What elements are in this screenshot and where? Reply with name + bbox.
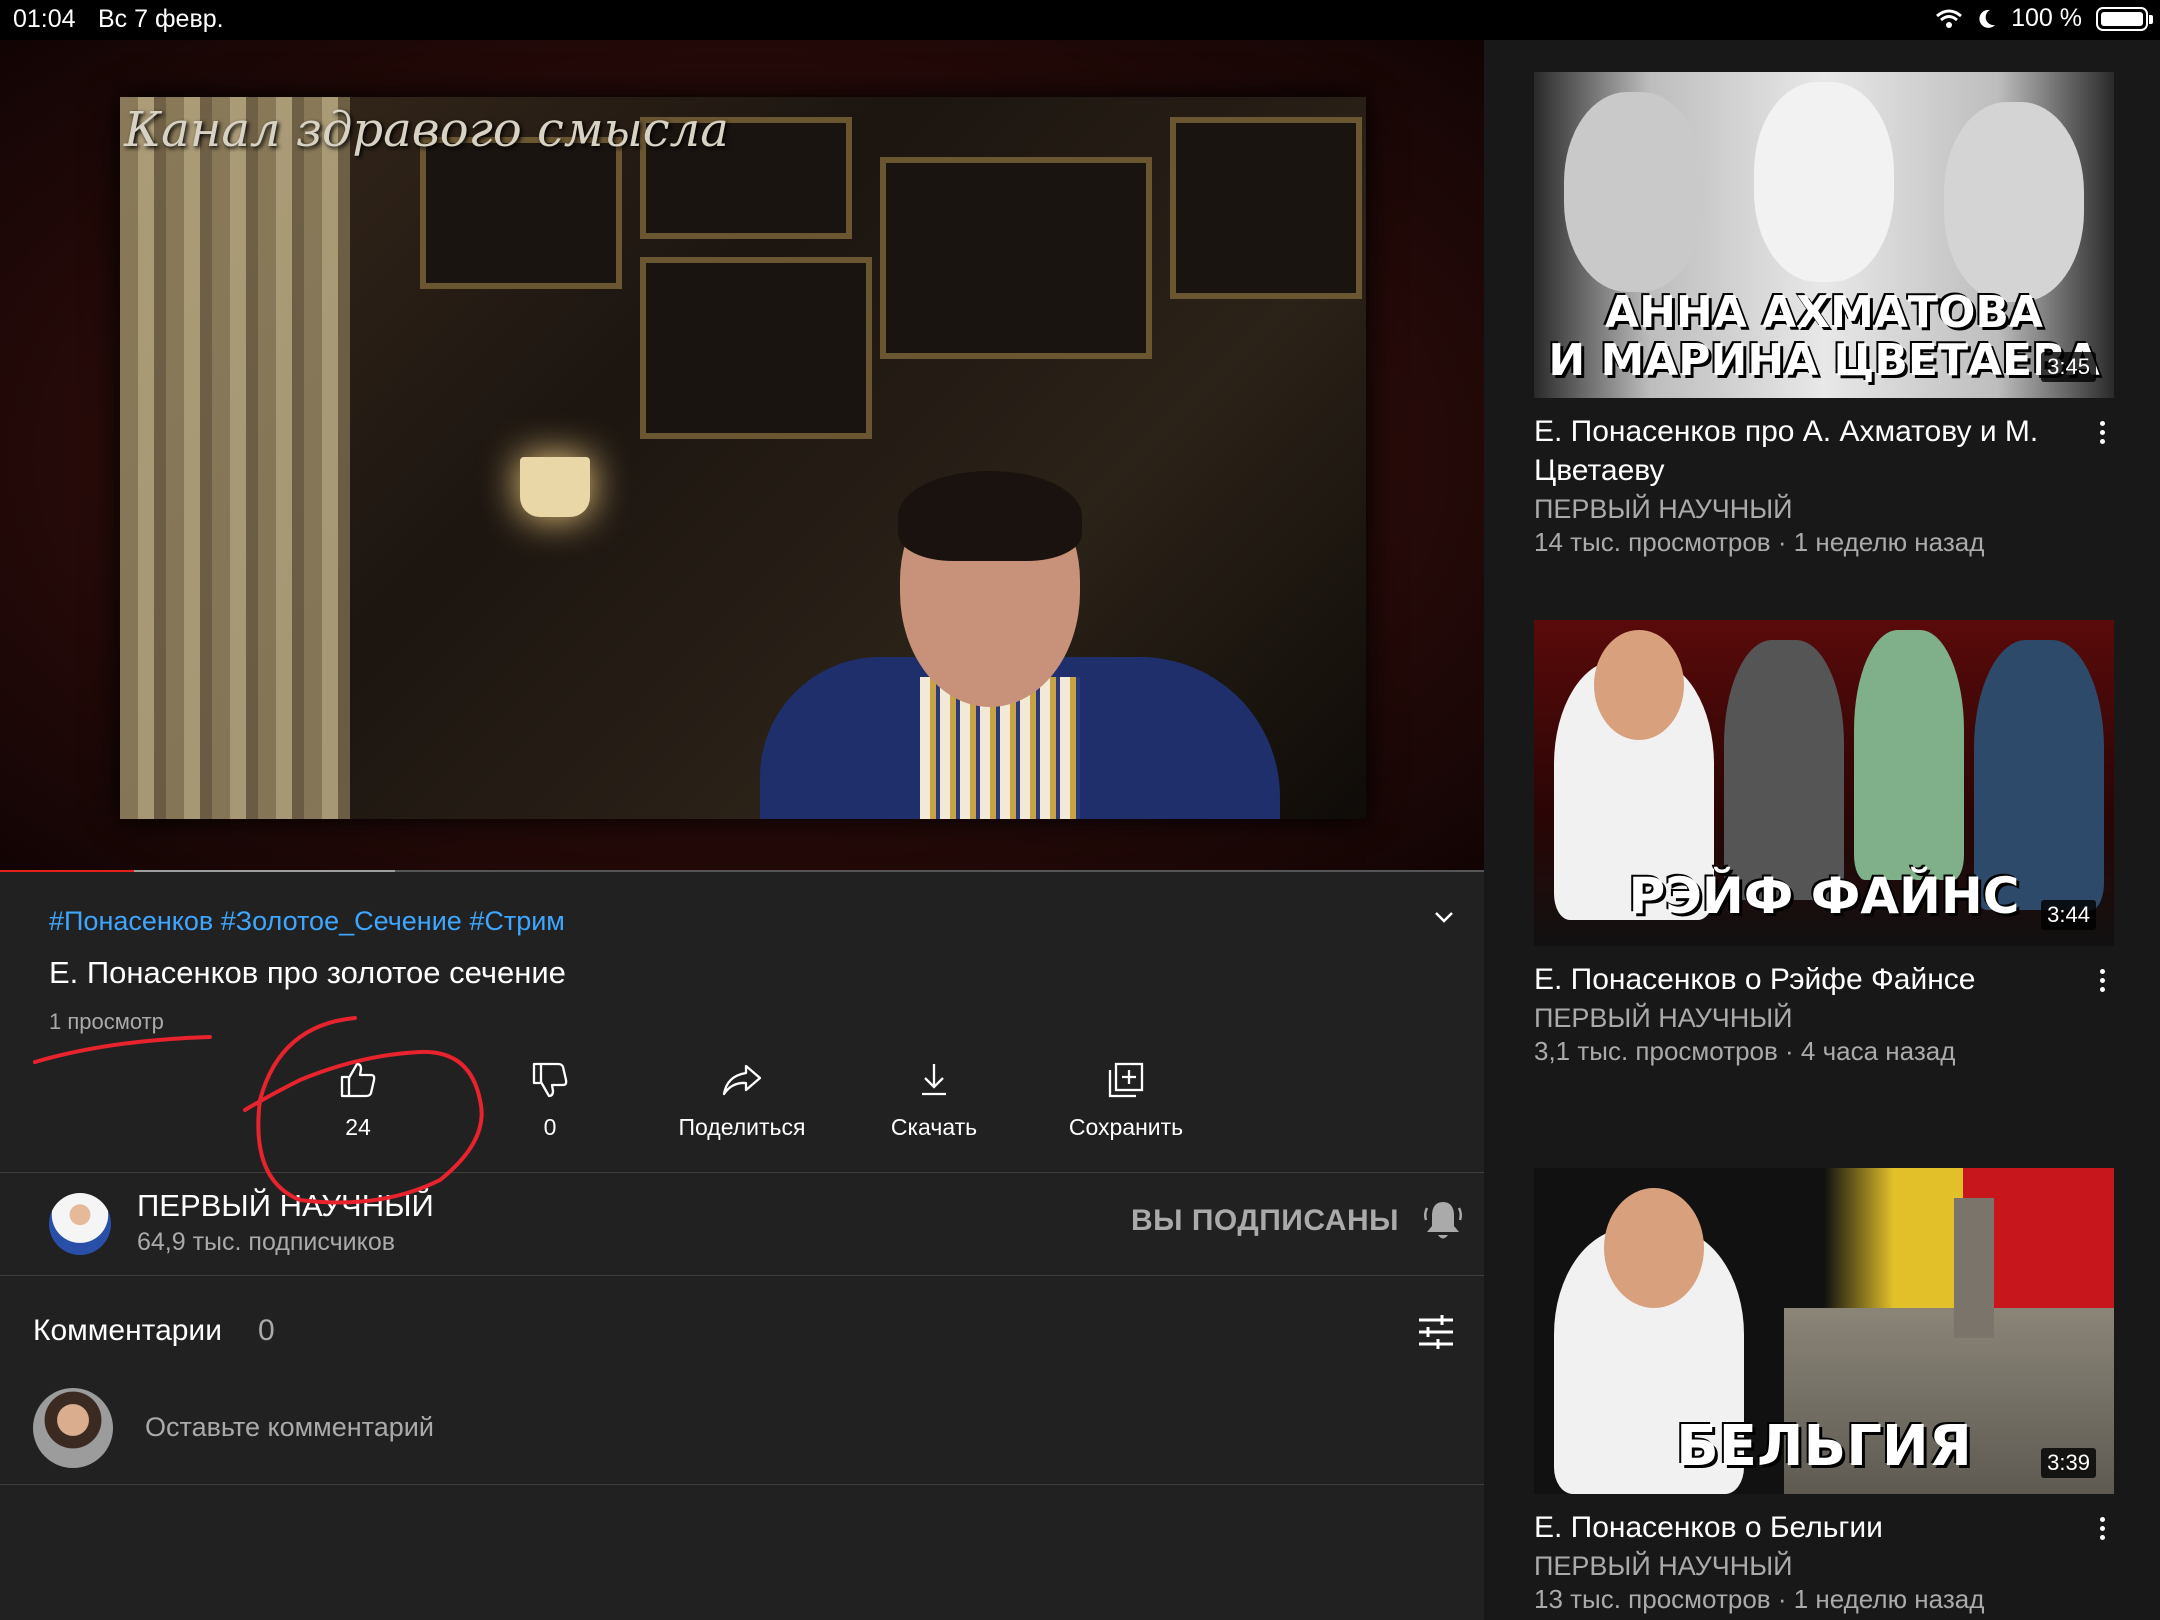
related-video-channel: ПЕРВЫЙ НАУЧНЫЙ <box>1534 494 1793 524</box>
video-scene-lamp <box>520 457 590 517</box>
thumbnail-text: АННА АХМАТОВА <box>1605 287 2043 338</box>
related-video-card[interactable]: АННА АХМАТОВА И МАРИНА ЦВЕТАЕВА 3:45 Е. … <box>1534 72 2114 558</box>
channel-avatar[interactable] <box>49 1193 111 1255</box>
download-button[interactable]: Скачать <box>834 1060 1034 1141</box>
thumbs-up-icon <box>340 1062 376 1098</box>
video-scene-painting <box>880 157 1152 359</box>
dislike-count: 0 <box>543 1114 557 1140</box>
status-time: 01:04 <box>13 5 76 33</box>
related-videos: АННА АХМАТОВА И МАРИНА ЦВЕТАЕВА 3:45 Е. … <box>1484 40 2160 1620</box>
add-to-playlist-icon <box>1108 1062 1144 1098</box>
share-label: Поделиться <box>678 1114 806 1140</box>
video-thumbnail[interactable]: БЕЛЬГИЯ 3:39 <box>1534 1168 2114 1494</box>
share-button[interactable]: Поделиться <box>642 1060 842 1141</box>
video-scene-painting <box>1170 117 1362 299</box>
video-hashtags[interactable]: #Понасенков #Золотое_Сечение #Стрим <box>49 906 565 937</box>
channel-name[interactable]: ПЕРВЫЙ НАУЧНЫЙ <box>137 1188 434 1224</box>
video-duration: 3:39 <box>2041 1448 2096 1478</box>
download-label: Скачать <box>890 1114 978 1140</box>
video-scene-curtain <box>120 97 350 819</box>
video-duration: 3:44 <box>2041 900 2096 930</box>
related-video-title[interactable]: Е. Понасенков о Рэйфе Файнсе <box>1534 960 2074 999</box>
related-video-title[interactable]: Е. Понасенков о Бельгии <box>1534 1508 2074 1547</box>
more-options-icon[interactable] <box>2090 417 2114 457</box>
video-scene-painting <box>420 137 622 289</box>
related-video-channel: ПЕРВЫЙ НАУЧНЫЙ <box>1534 1003 1793 1033</box>
like-button[interactable]: 24 <box>258 1060 458 1141</box>
status-date: Вс 7 февр. <box>98 5 224 33</box>
related-video-channel: ПЕРВЫЙ НАУЧНЫЙ <box>1534 1551 1793 1581</box>
action-bar: 24 0 Поделиться Скачать Сохранить <box>0 1060 1484 1140</box>
related-video-card[interactable]: БЕЛЬГИЯ 3:39 Е. Понасенков о Бельгии ПЕР… <box>1534 1168 2114 1615</box>
video-scene-painting <box>640 257 872 439</box>
video-player[interactable]: Канал здравого смысла <box>0 40 1484 872</box>
like-count: 24 <box>345 1114 371 1140</box>
video-overlay-text: Канал здравого смысла <box>124 102 729 158</box>
video-scene-person <box>760 471 1320 819</box>
subscribed-button[interactable]: ВЫ ПОДПИСАНЫ <box>1131 1204 1399 1238</box>
subscriber-count: 64,9 тыс. подписчиков <box>137 1228 396 1256</box>
progress-bar[interactable] <box>0 870 1484 872</box>
divider <box>0 1275 1484 1276</box>
progress-played <box>0 870 134 872</box>
share-icon <box>722 1064 762 1096</box>
wifi-icon <box>1936 9 1963 28</box>
thumbnail-text: И МАРИНА ЦВЕТАЕВА <box>1548 335 2100 386</box>
comments-title[interactable]: Комментарии <box>33 1314 222 1348</box>
status-bar: 01:04 Вс 7 февр. 100 % <box>0 0 2160 40</box>
user-avatar <box>33 1388 113 1468</box>
video-title: Е. Понасенков про золотое сечение <box>49 955 566 990</box>
moon-icon <box>1979 9 1996 28</box>
related-video-title[interactable]: Е. Понасенков про А. Ахматову и М. Цвета… <box>1534 412 2074 490</box>
thumbs-down-icon <box>532 1062 568 1098</box>
related-video-meta: 13 тыс. просмотров · 1 неделю назад <box>1534 1584 1985 1614</box>
battery-icon <box>2096 6 2153 31</box>
divider <box>0 1484 1484 1485</box>
video-thumbnail[interactable]: РЭЙФ ФАЙНС 3:44 <box>1534 620 2114 946</box>
save-button[interactable]: Сохранить <box>1026 1060 1226 1141</box>
comment-input[interactable]: Оставьте комментарий <box>145 1412 434 1443</box>
thumbnail-text: РЭЙФ ФАЙНС <box>1628 867 2020 925</box>
video-frame <box>120 97 1366 819</box>
view-count: 1 просмотр <box>49 1009 164 1034</box>
related-video-card[interactable]: РЭЙФ ФАЙНС 3:44 Е. Понасенков о Рэйфе Фа… <box>1534 620 2114 1067</box>
related-video-meta: 3,1 тыс. просмотров · 4 часа назад <box>1534 1036 1956 1066</box>
more-options-icon[interactable] <box>2090 1513 2114 1553</box>
related-video-meta: 14 тыс. просмотров · 1 неделю назад <box>1534 527 1985 557</box>
video-duration: 3:45 <box>2041 352 2096 382</box>
divider <box>0 1172 1484 1173</box>
video-thumbnail[interactable]: АННА АХМАТОВА И МАРИНА ЦВЕТАЕВА 3:45 <box>1534 72 2114 398</box>
battery-percent: 100 % <box>2011 4 2082 32</box>
dislike-button[interactable]: 0 <box>450 1060 650 1141</box>
more-options-icon[interactable] <box>2090 965 2114 1005</box>
comments-count: 0 <box>258 1314 275 1347</box>
chevron-down-icon[interactable] <box>1430 903 1458 931</box>
download-icon <box>922 1064 946 1096</box>
sort-filter-icon[interactable] <box>1416 1312 1456 1352</box>
bell-icon[interactable] <box>1422 1198 1464 1244</box>
thumbnail-text: БЕЛЬГИЯ <box>1676 1414 1972 1479</box>
save-label: Сохранить <box>1068 1114 1184 1140</box>
